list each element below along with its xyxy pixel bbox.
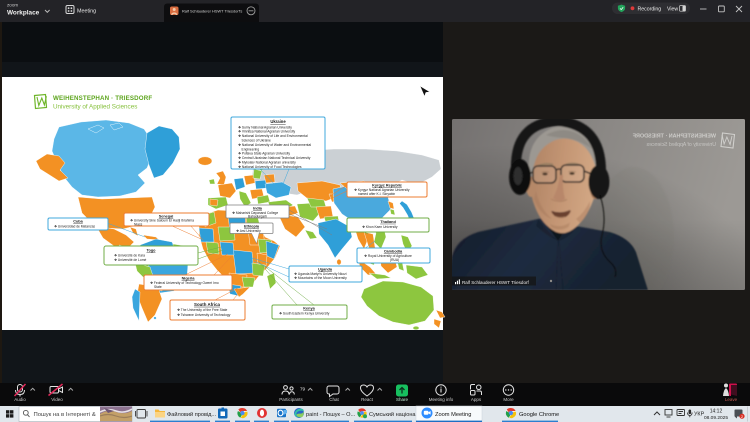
svg-text:(RUA): (RUA) (390, 258, 399, 262)
svg-text:Thailand: Thailand (380, 220, 396, 224)
svg-text:University of Applied Sciences: University of Applied Sciences (646, 142, 716, 148)
svg-text:Audio: Audio (14, 397, 26, 402)
svg-text:2: 2 (741, 415, 743, 419)
svg-text:WEIHENSTEPHAN · TRIESDORF: WEIHENSTEPHAN · TRIESDORF (53, 95, 152, 102)
svg-text:❖ Université de Kara: ❖ Université de Kara (114, 254, 145, 258)
svg-text:Chat: Chat (329, 397, 339, 402)
svg-text:79: 79 (300, 387, 306, 392)
svg-text:Engineering: Engineering (242, 147, 260, 151)
svg-text:WEIHENSTEPHAN · TRIESDORF: WEIHENSTEPHAN · TRIESDORF (632, 134, 716, 140)
svg-text:Recording: Recording (638, 6, 662, 12)
svg-text:❖ Sumy National Agrarian Unive: ❖ Sumy National Agrarian University (238, 125, 292, 129)
svg-text:14:12: 14:12 (710, 409, 723, 415)
svg-text:УКР: УКР (694, 412, 705, 418)
svg-text:Ralf Schlauderer HSWT Triesdor: Ralf Schlauderer HSWT Triesdorf (462, 280, 529, 285)
svg-text:South Africa: South Africa (194, 302, 220, 307)
svg-text:View: View (667, 6, 678, 12)
svg-text:❖ National University of Water: ❖ National University of Water and Envir… (238, 143, 311, 147)
svg-text:Ethiopia: Ethiopia (244, 224, 260, 228)
svg-text:paint - Пошук – О...: paint - Пошук – О... (306, 412, 356, 418)
svg-text:Cuba: Cuba (73, 220, 83, 224)
svg-text:University of Applied Sciences: University of Applied Sciences (53, 104, 137, 111)
svg-text:Niass: Niass (134, 222, 143, 226)
svg-text:Meeting: Meeting (77, 9, 96, 15)
svg-text:❖ Vinnitsa National Agrarian U: ❖ Vinnitsa National Agrarian University (238, 130, 295, 134)
svg-text:Zoom Meeting: Zoom Meeting (435, 412, 471, 418)
svg-text:Google Chrome: Google Chrome (519, 412, 559, 418)
svg-text:❖ Arsi University: ❖ Arsi University (236, 229, 261, 233)
svg-text:Workplace: Workplace (7, 10, 40, 17)
svg-text:zoom: zoom (7, 3, 18, 8)
svg-text:State: State (154, 285, 162, 289)
svg-text:❖ Mountains of the Moon Univer: ❖ Mountains of the Moon University (294, 276, 347, 280)
svg-text:Nigeria: Nigeria (182, 276, 196, 280)
svg-text:❖ Poltava State Agrarian Unive: ❖ Poltava State Agrarian University (238, 152, 290, 156)
svg-text:Пошук на в Iнтернетi &: Пошук на в Iнтернетi & (34, 412, 96, 418)
svg-text:❖ Khon Kaen University: ❖ Khon Kaen University (362, 225, 398, 229)
svg-text:❖ The University of the Free S: ❖ The University of the Free State (177, 308, 228, 312)
svg-text:❖ Université de Lomé: ❖ Université de Lomé (114, 258, 146, 262)
svg-text:Kenya: Kenya (303, 307, 315, 311)
svg-text:❖ Tshwane University of Techno: ❖ Tshwane University of Technology (177, 313, 231, 317)
svg-text:❖ National University of Food: ❖ National University of Food Technologi… (238, 165, 302, 169)
svg-text:Meeting info: Meeting info (429, 397, 454, 402)
svg-text:❖ South Eastern Kenya Universi: ❖ South Eastern Kenya University (279, 312, 330, 316)
svg-text:Ralf Schlauderer HSWT Triesdor: Ralf Schlauderer HSWT Triesdorf's (182, 9, 242, 14)
svg-text:Файловий провiд...: Файловий провiд... (167, 411, 217, 418)
svg-text:Apps: Apps (471, 397, 482, 402)
svg-text:❖ Universidad de Matanzas: ❖ Universidad de Matanzas (54, 224, 95, 228)
svg-text:Sciences of Ukraine: Sciences of Ukraine (242, 139, 271, 143)
svg-text:Share: Share (396, 397, 409, 402)
svg-text:08.09.2025: 08.09.2025 (704, 415, 728, 421)
svg-text:More: More (503, 397, 514, 402)
svg-text:❖ Royal University of Agricult: ❖ Royal University of Agriculture (364, 254, 412, 258)
svg-text:Сумський нацiона...: Сумський нацiона... (369, 411, 421, 418)
svg-text:❖ Mykolaiv National Agrarian u: ❖ Mykolaiv National Agrarian university (238, 161, 296, 165)
svg-text:Video: Video (51, 397, 63, 402)
svg-text:React: React (361, 397, 374, 402)
svg-text:Ukraine: Ukraine (270, 119, 286, 124)
svg-text:Bahadurgarh: Bahadurgarh (248, 214, 267, 218)
svg-text:❖ National University of Life: ❖ National University of Life and Enviro… (238, 134, 308, 138)
svg-text:Leave: Leave (725, 397, 738, 402)
svg-text:Togo: Togo (147, 248, 157, 252)
svg-text:named after K.I. Skryabin: named after K.I. Skryabin (358, 192, 395, 196)
svg-text:❖ Central Ukrainian National T: ❖ Central Ukrainian National Technical U… (238, 156, 311, 160)
svg-text:Participants: Participants (279, 397, 303, 402)
